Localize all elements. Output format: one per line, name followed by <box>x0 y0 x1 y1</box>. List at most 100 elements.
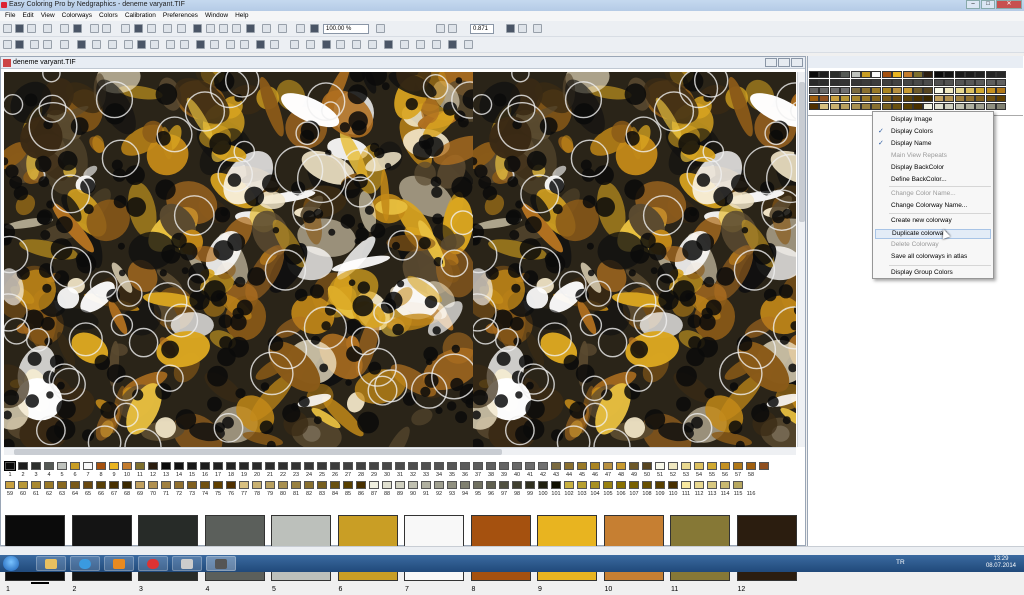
menu-calibration[interactable]: Calibration <box>122 11 160 21</box>
palette-swatch[interactable] <box>486 481 496 489</box>
colorway-cell[interactable] <box>975 79 986 86</box>
context-menu-item-display-colors[interactable]: Display Colors <box>891 128 933 135</box>
palette-swatch[interactable] <box>369 462 379 470</box>
palette-swatch[interactable] <box>655 481 665 489</box>
colorway-cell[interactable] <box>975 87 986 94</box>
palette-swatch[interactable] <box>174 462 184 470</box>
colorway-cell[interactable] <box>892 87 903 94</box>
toolbar-button[interactable] <box>43 24 52 33</box>
colorway-cell[interactable] <box>819 71 830 78</box>
palette-swatch[interactable] <box>395 481 405 489</box>
colorway-cell[interactable] <box>933 87 944 94</box>
colorway-cell[interactable] <box>829 79 840 86</box>
toolbar-button[interactable] <box>310 24 319 33</box>
colorway-cell[interactable] <box>871 95 882 102</box>
value-input[interactable]: 0.871 <box>470 24 494 34</box>
palette-swatch[interactable] <box>694 481 704 489</box>
colorway-cell[interactable] <box>850 79 861 86</box>
toolbar-button[interactable] <box>376 24 385 33</box>
palette-swatch[interactable] <box>291 481 301 489</box>
palette-swatch[interactable] <box>122 481 132 489</box>
palette-swatch[interactable] <box>252 462 262 470</box>
toolbar-button[interactable] <box>196 40 205 49</box>
palette-swatch[interactable] <box>252 481 262 489</box>
palette-swatch[interactable] <box>460 481 470 489</box>
colorway-cell[interactable] <box>871 87 882 94</box>
palette-swatch[interactable] <box>187 481 197 489</box>
palette-swatch[interactable] <box>512 481 522 489</box>
close-button[interactable]: ✕ <box>996 0 1022 9</box>
palette-swatch[interactable] <box>694 462 704 470</box>
colorway-cell[interactable] <box>985 79 996 86</box>
horizontal-scrollbar[interactable] <box>4 447 796 455</box>
colorway-cell[interactable] <box>861 79 871 86</box>
palette-swatch[interactable] <box>343 462 353 470</box>
palette-swatch[interactable] <box>135 481 145 489</box>
palette-swatch[interactable] <box>447 462 457 470</box>
colorway-cell[interactable] <box>954 71 965 78</box>
palette-swatch[interactable] <box>642 481 652 489</box>
colorway-cell[interactable] <box>809 87 819 94</box>
context-menu-item-change-colorway-name[interactable]: Change Colorway Name... <box>891 202 967 209</box>
palette-swatch[interactable] <box>746 462 756 470</box>
language-indicator[interactable]: TR <box>896 559 905 566</box>
colorway-cell[interactable] <box>809 103 819 110</box>
palette-swatch[interactable] <box>525 462 535 470</box>
colorway-cell[interactable] <box>985 87 996 94</box>
context-menu-item-create-new-colorway[interactable]: Create new colorway <box>891 217 952 224</box>
palette-swatch[interactable] <box>317 462 327 470</box>
colorway-cell[interactable] <box>954 87 965 94</box>
palette-swatch[interactable] <box>434 481 444 489</box>
toolbar-button[interactable] <box>15 40 24 49</box>
toolbar-button[interactable] <box>322 40 331 49</box>
toolbar-button[interactable] <box>240 40 249 49</box>
colorway-cell[interactable] <box>933 95 944 102</box>
menu-colorways[interactable]: Colorways <box>59 11 96 21</box>
colorway-cell[interactable] <box>819 87 830 94</box>
colorway-cell[interactable] <box>840 103 851 110</box>
toolbar-button[interactable] <box>90 24 99 33</box>
toolbar-button[interactable] <box>246 24 255 33</box>
colorway-cell[interactable] <box>954 103 965 110</box>
palette-swatch[interactable] <box>187 462 197 470</box>
palette-swatch[interactable] <box>330 481 340 489</box>
palette-swatch[interactable] <box>18 462 28 470</box>
colorway-cell[interactable] <box>923 95 934 102</box>
toolbar-button[interactable] <box>3 24 12 33</box>
toolbar-button[interactable] <box>147 24 156 33</box>
toolbar-button[interactable] <box>296 24 305 33</box>
palette-swatch[interactable] <box>96 462 106 470</box>
chrome-icon[interactable] <box>138 556 168 571</box>
colorway-cell[interactable] <box>819 103 830 110</box>
palette-swatch[interactable] <box>408 462 418 470</box>
palette-swatch[interactable] <box>707 462 717 470</box>
palette-swatch[interactable] <box>382 462 392 470</box>
palette-swatch[interactable] <box>720 481 730 489</box>
context-menu-item-save-all-colorways-in-atlas[interactable]: Save all colorways in atlas <box>891 253 967 260</box>
toolbar-button[interactable] <box>436 24 445 33</box>
start-orb-icon[interactable] <box>3 556 19 571</box>
toolbar-button[interactable] <box>278 24 287 33</box>
palette-swatch[interactable] <box>83 462 93 470</box>
colorway-cell[interactable] <box>840 71 851 78</box>
palette-swatch[interactable] <box>629 481 639 489</box>
context-menu-item-display-image[interactable]: Display Image <box>891 116 932 123</box>
maximize-button[interactable]: □ <box>981 0 995 9</box>
palette-swatch[interactable] <box>408 481 418 489</box>
colorway-cell[interactable] <box>933 79 944 86</box>
colorway-cell[interactable] <box>871 79 882 86</box>
colorway-cell[interactable] <box>850 87 861 94</box>
palette-swatch[interactable] <box>70 481 80 489</box>
colorway-cell[interactable] <box>913 71 923 78</box>
colorway-cell[interactable] <box>985 103 996 110</box>
toolbar-button[interactable] <box>92 40 101 49</box>
colorway-cell[interactable] <box>923 71 934 78</box>
palette-swatch[interactable] <box>109 481 119 489</box>
palette-swatch[interactable] <box>551 481 561 489</box>
palette-swatch[interactable] <box>343 481 353 489</box>
toolbar-button[interactable] <box>270 40 279 49</box>
colorway-cell[interactable] <box>840 79 851 86</box>
doc-minimize-button[interactable] <box>765 58 777 67</box>
palette-swatch[interactable] <box>4 461 16 471</box>
colorway-cell[interactable] <box>809 79 819 86</box>
